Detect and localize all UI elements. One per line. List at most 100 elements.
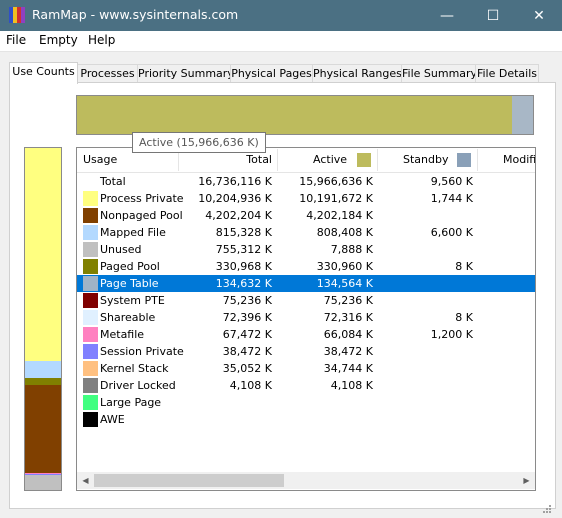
- table-row[interactable]: Nonpaged Pool 4,202,204 K 4,202,184 K: [77, 207, 535, 224]
- cell-modified: [507, 258, 535, 275]
- cell-active: [287, 394, 373, 411]
- cell-standby: [387, 377, 473, 394]
- scroll-right-icon[interactable]: ▶: [518, 472, 535, 489]
- table-row[interactable]: Session Private 38,472 K 38,472 K: [77, 343, 535, 360]
- table-row[interactable]: Unused 755,312 K 7,888 K: [77, 241, 535, 258]
- cell-usage: Unused: [100, 243, 142, 256]
- tab-use-counts[interactable]: Use Counts: [9, 62, 78, 84]
- table-row[interactable]: Mapped File 815,328 K 808,408 K 6,600 K: [77, 224, 535, 241]
- maximize-button[interactable]: ☐: [470, 0, 516, 31]
- table-row[interactable]: Process Private 10,204,936 K 10,191,672 K 1…: [77, 190, 535, 207]
- column-header-modified[interactable]: Modifie: [503, 148, 535, 172]
- scroll-thumb[interactable]: [94, 474, 284, 487]
- cell-total: 72,396 K: [222, 311, 272, 324]
- row-color-swatch: [83, 208, 98, 223]
- row-color-swatch: [83, 259, 98, 274]
- minimize-button[interactable]: —: [424, 0, 470, 31]
- cell-standby: 8 K: [455, 260, 473, 273]
- scroll-left-icon[interactable]: ◀: [77, 472, 94, 489]
- cell-active: 4,202,184 K: [306, 209, 373, 222]
- cell-modified: [507, 411, 535, 428]
- usage-list: Usage Total Active Standby Modifie Total…: [76, 147, 536, 491]
- cell-total: 35,052 K: [222, 362, 272, 375]
- cell-usage: Process Private: [100, 192, 184, 205]
- cell-standby: [387, 394, 473, 411]
- cell-standby: 6,600 K: [430, 226, 473, 239]
- cell-active: 34,744 K: [323, 362, 373, 375]
- cell-modified: [507, 292, 535, 309]
- horizontal-scrollbar[interactable]: ◀ ▶: [77, 472, 535, 489]
- usage-bar[interactable]: [24, 147, 62, 491]
- tab-file-details[interactable]: File Details: [475, 64, 539, 83]
- tab-file-summary[interactable]: File Summary: [401, 64, 477, 83]
- cell-modified: [507, 224, 535, 241]
- resize-grip-icon[interactable]: [540, 504, 552, 516]
- tab-physical-ranges[interactable]: Physical Ranges: [312, 64, 402, 83]
- cell-standby: [387, 241, 473, 258]
- table-row[interactable]: System PTE 75,236 K 75,236 K: [77, 292, 535, 309]
- table-row[interactable]: Total 16,736,116 K 15,966,636 K 9,560 K 1: [77, 173, 535, 190]
- cell-modified: [507, 360, 535, 377]
- cell-usage: Session Private: [100, 345, 184, 358]
- cell-standby: [387, 343, 473, 360]
- cell-total: 10,204,936 K: [198, 192, 272, 205]
- standby-color-swatch: [457, 153, 471, 167]
- tab-physical-pages[interactable]: Physical Pages: [230, 64, 313, 83]
- cell-active: 808,408 K: [316, 226, 373, 239]
- cell-usage: Total: [100, 175, 126, 188]
- cell-active: 15,966,636 K: [299, 175, 373, 188]
- cell-active: [287, 411, 373, 428]
- table-row[interactable]: Driver Locked 4,108 K 4,108 K: [77, 377, 535, 394]
- row-color-swatch: [83, 378, 98, 393]
- column-header-standby[interactable]: Standby: [403, 148, 448, 172]
- cell-active: 10,191,672 K: [299, 192, 373, 205]
- usage-bar-segment-nonpaged-pool[interactable]: [25, 385, 61, 473]
- column-header-usage[interactable]: Usage: [83, 148, 117, 172]
- table-row[interactable]: Paged Pool 330,968 K 330,960 K 8 K: [77, 258, 535, 275]
- cell-total: 134,632 K: [215, 277, 272, 290]
- tab-priority-summary[interactable]: Priority Summary: [137, 64, 234, 83]
- title-bar: RamMap - www.sysinternals.com — ☐ ✕: [0, 0, 562, 31]
- usage-bar-segment-process-private[interactable]: [25, 148, 61, 361]
- tab-processes[interactable]: Processes: [77, 64, 138, 83]
- menu-empty[interactable]: Empty: [39, 33, 78, 47]
- window-title: RamMap - www.sysinternals.com: [32, 7, 239, 22]
- memory-bar-segment-active[interactable]: [77, 96, 512, 134]
- cell-total: 4,202,204 K: [205, 209, 272, 222]
- cell-active: 134,564 K: [316, 277, 373, 290]
- menu-help[interactable]: Help: [88, 33, 115, 47]
- cell-standby: 1,200 K: [430, 328, 473, 341]
- cell-standby: 8 K: [455, 311, 473, 324]
- cell-active: 330,960 K: [316, 260, 373, 273]
- cell-standby: 1,744 K: [430, 192, 473, 205]
- table-row[interactable]: Kernel Stack 35,052 K 34,744 K: [77, 360, 535, 377]
- cell-usage: Large Page: [100, 396, 162, 409]
- table-row[interactable]: Metafile 67,472 K 66,084 K 1,200 K: [77, 326, 535, 343]
- cell-total: [187, 394, 272, 411]
- table-row[interactable]: Page Table 134,632 K 134,564 K: [77, 275, 535, 292]
- cell-modified: [507, 207, 535, 224]
- cell-modified: 1: [507, 173, 535, 190]
- close-button[interactable]: ✕: [516, 0, 562, 31]
- table-row[interactable]: Large Page: [77, 394, 535, 411]
- cell-modified: [507, 343, 535, 360]
- menu-bar: File Empty Help: [0, 31, 562, 52]
- cell-active: 72,316 K: [323, 311, 373, 324]
- usage-bar-segment-unused[interactable]: [25, 475, 61, 490]
- memory-list-bar[interactable]: [76, 95, 534, 135]
- cell-usage: Driver Locked: [100, 379, 176, 392]
- menu-file[interactable]: File: [6, 33, 26, 47]
- cell-total: [187, 411, 272, 428]
- column-header-active[interactable]: Active: [313, 148, 347, 172]
- usage-bar-segment-paged-pool[interactable]: [25, 378, 61, 385]
- active-tooltip: Active (15,966,636 K): [132, 132, 266, 153]
- row-color-swatch: [83, 327, 98, 342]
- table-row[interactable]: AWE: [77, 411, 535, 428]
- cell-modified: [507, 394, 535, 411]
- cell-usage: Kernel Stack: [100, 362, 169, 375]
- usage-bar-segment-mapped-file[interactable]: [25, 361, 61, 378]
- memory-bar-segment-standby[interactable]: [512, 96, 533, 134]
- row-color-swatch: [83, 310, 98, 325]
- table-row[interactable]: Shareable 72,396 K 72,316 K 8 K: [77, 309, 535, 326]
- cell-total: 4,108 K: [229, 379, 272, 392]
